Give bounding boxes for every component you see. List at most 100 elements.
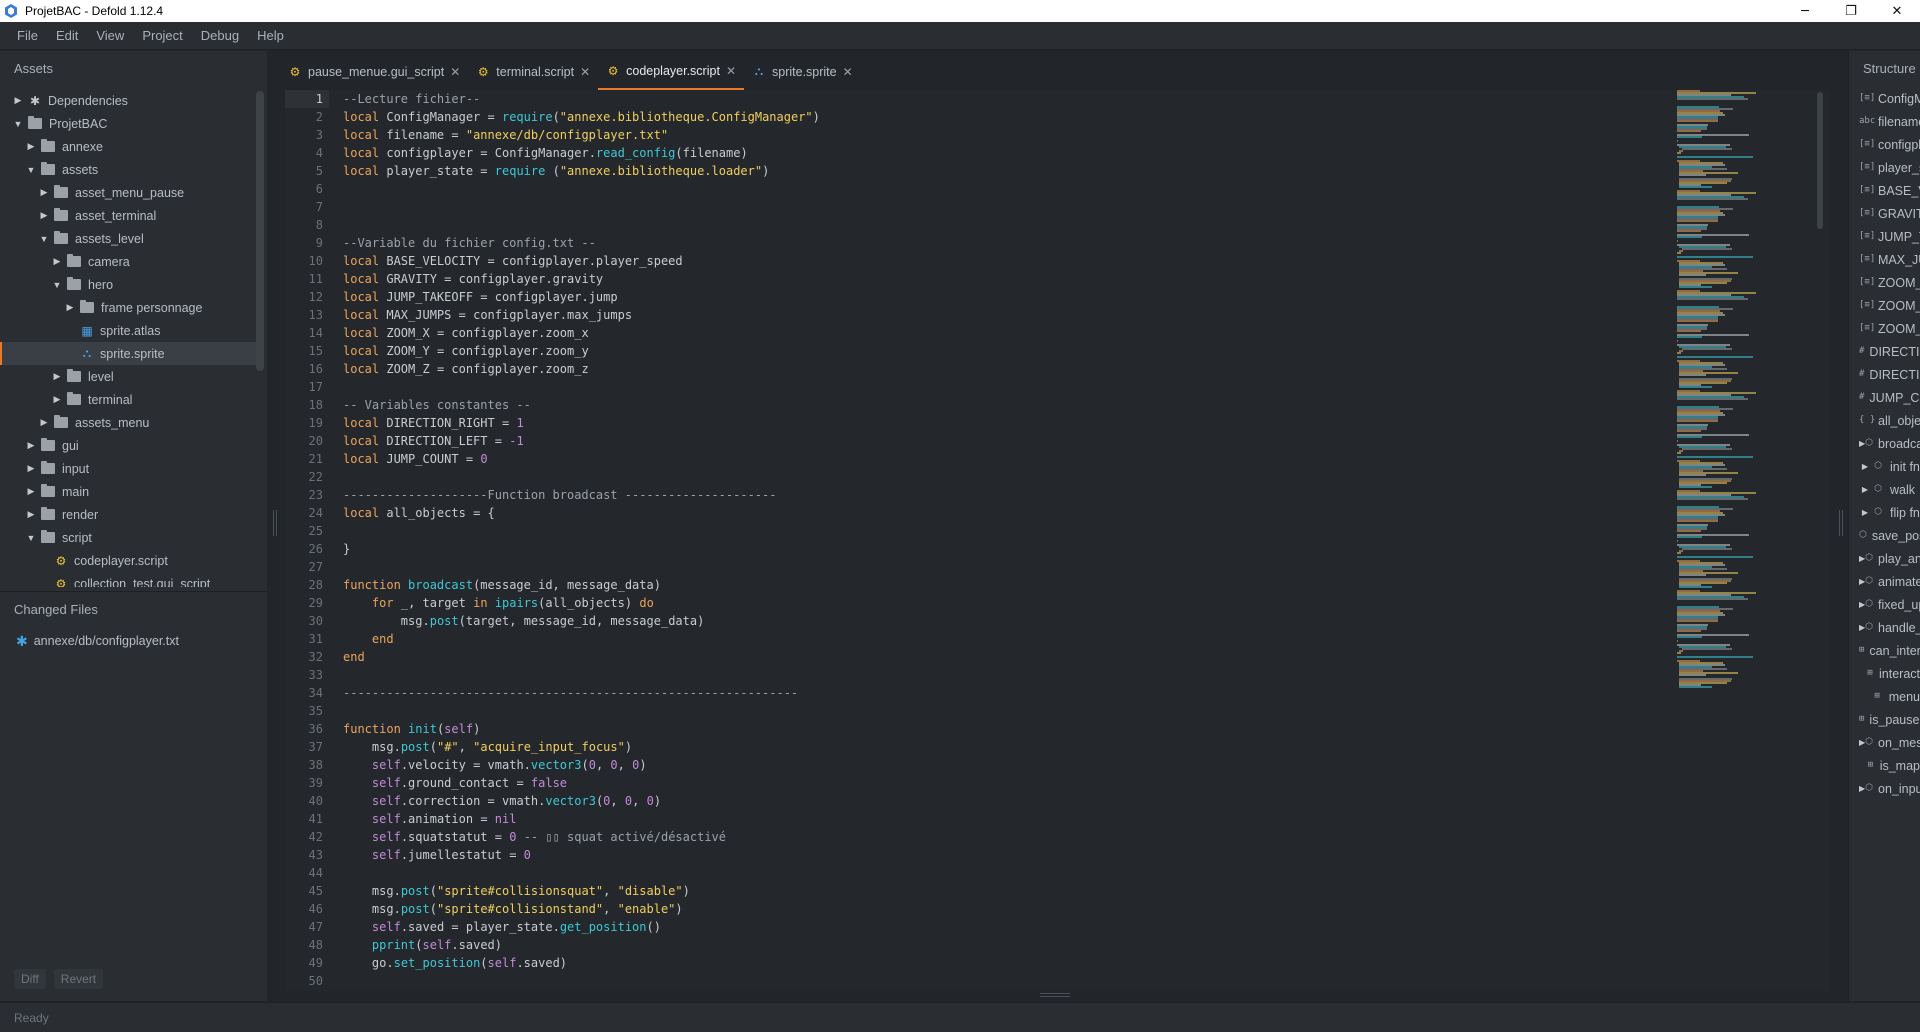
structure-item[interactable]: [≡]JUMP_TAKEOFF (1849, 225, 1920, 248)
tree-item[interactable]: ▶ terminal (0, 388, 256, 411)
code-line[interactable]: local configplayer = ConfigManager.read_… (343, 144, 1643, 162)
expanded-arrow-icon[interactable]: ▼ (38, 233, 50, 245)
collapsed-arrow-icon[interactable]: ▶ (64, 302, 76, 314)
tree-item[interactable]: ⚙ collection_test.gui_script (0, 572, 256, 588)
code-line[interactable]: self.ground_contact = false (343, 774, 1643, 792)
expanded-arrow-icon[interactable]: ▼ (25, 164, 37, 176)
right-panel-resize-handle[interactable] (1839, 510, 1843, 536)
code-line[interactable]: local JUMP_COUNT = 0 (343, 450, 1643, 468)
structure-item[interactable]: ▶⬡on_message (1849, 731, 1920, 754)
structure-item[interactable]: ▶⬡fixed_update (1849, 593, 1920, 616)
code-line[interactable]: msg.post("sprite#collisionstand", "enabl… (343, 900, 1643, 918)
editor-tab[interactable]: ⚙ pause_menue.gui_script ✕ (280, 53, 468, 90)
code-line[interactable]: end (343, 630, 1643, 648)
code-line[interactable]: msg.post("sprite#collisionsquat", "disab… (343, 882, 1643, 900)
collapsed-arrow-icon[interactable]: ▶ (51, 256, 63, 268)
structure-item[interactable]: ⊞ menu (1849, 685, 1920, 708)
code-line[interactable]: function init(self) (343, 720, 1643, 738)
tree-item[interactable]: ▶ camera (0, 250, 256, 273)
structure-item[interactable]: ▶⬡handle_geometry (1849, 616, 1920, 639)
menu-view[interactable]: View (87, 28, 133, 43)
code-line[interactable]: end (343, 648, 1643, 666)
code-line[interactable]: for _, target in ipairs(all_objects) do (343, 594, 1643, 612)
menu-help[interactable]: Help (248, 28, 293, 43)
code-line[interactable]: local BASE_VELOCITY = configplayer.playe… (343, 252, 1643, 270)
structure-item[interactable]: abcfilename (1849, 110, 1920, 133)
code-line[interactable]: msg.post("#", "acquire_input_focus") (343, 738, 1643, 756)
tree-item[interactable]: ▶ level (0, 365, 256, 388)
assets-scrollbar[interactable] (256, 91, 264, 371)
code-line[interactable] (343, 180, 1643, 198)
code-line[interactable]: pprint(self.saved) (343, 936, 1643, 954)
collapsed-arrow-icon[interactable]: ▶ (38, 210, 50, 222)
tab-close-icon[interactable]: ✕ (450, 65, 460, 79)
structure-item[interactable]: ▶ ⬡ flip fn (1849, 501, 1920, 524)
code-line[interactable]: -- Variables constantes -- (343, 396, 1643, 414)
code-line[interactable]: local filename = "annexe/db/configplayer… (343, 126, 1643, 144)
collapsed-arrow-icon[interactable]: ▶ (51, 394, 63, 406)
code-line[interactable]: self.velocity = vmath.vector3(0, 0, 0) (343, 756, 1643, 774)
maximize-button[interactable]: ❐ (1828, 0, 1874, 22)
structure-item[interactable]: ▶⬡on_input (1849, 777, 1920, 800)
code-line[interactable]: self.saved = player_state.get_position() (343, 918, 1643, 936)
structure-item[interactable]: [≡]ZOOM_X (1849, 271, 1920, 294)
structure-item[interactable]: [≡]BASE_VELOCITY (1849, 179, 1920, 202)
structure-item[interactable]: [≡]ConfigManager (1849, 87, 1920, 110)
code-line[interactable]: local GRAVITY = configplayer.gravity (343, 270, 1643, 288)
collapsed-arrow-icon[interactable]: ▶ (25, 509, 37, 521)
structure-item[interactable]: { }all_objects (1849, 409, 1920, 432)
code-line[interactable] (343, 378, 1643, 396)
structure-item[interactable]: [≡]ZOOM_Z (1849, 317, 1920, 340)
tree-item[interactable]: ▶ annexe (0, 135, 256, 158)
structure-item[interactable]: ▶ ⬡ walk (1849, 478, 1920, 501)
tree-item[interactable]: ▶ main (0, 480, 256, 503)
menu-debug[interactable]: Debug (192, 28, 248, 43)
editor-tab[interactable]: ⚙ codeplayer.script ✕ (598, 53, 744, 90)
code-line[interactable]: local DIRECTION_LEFT = -1 (343, 432, 1643, 450)
code-line[interactable]: self.jumellestatut = 0 (343, 846, 1643, 864)
tree-item[interactable]: ▶ frame personnage (0, 296, 256, 319)
collapsed-arrow-icon[interactable]: ▶ (25, 141, 37, 153)
diff-button[interactable]: Diff (14, 969, 46, 989)
code-line[interactable] (343, 522, 1643, 540)
structure-item[interactable]: # DIRECTION_LEFT (1849, 363, 1920, 386)
code-line[interactable]: local JUMP_TAKEOFF = configplayer.jump (343, 288, 1643, 306)
tree-item[interactable]: ▼ assets_level (0, 227, 256, 250)
structure-item[interactable]: [≡]configplayer (1849, 133, 1920, 156)
code-line[interactable]: local player_state = require ("annexe.bi… (343, 162, 1643, 180)
code-line[interactable]: --------------------Function broadcast -… (343, 486, 1643, 504)
code-line[interactable]: local DIRECTION_RIGHT = 1 (343, 414, 1643, 432)
bottom-splitter-handle[interactable] (1040, 993, 1070, 997)
tree-item[interactable]: ▦ sprite.atlas (0, 319, 256, 342)
code-line[interactable] (343, 558, 1643, 576)
collapsed-arrow-icon[interactable]: ▶ (51, 371, 63, 383)
minimize-button[interactable]: ─ (1782, 0, 1828, 22)
menu-edit[interactable]: Edit (47, 28, 87, 43)
tree-item[interactable]: ▼ ProjetBAC (0, 112, 256, 135)
tree-item[interactable]: ▶ ✱ Dependencies (0, 89, 256, 112)
code-area[interactable]: --Lecture fichier-- local ConfigManager =… (343, 90, 1643, 991)
menu-file[interactable]: File (8, 28, 47, 43)
code-line[interactable] (343, 864, 1643, 882)
tree-item[interactable]: ▶ input (0, 457, 256, 480)
changed-file-item[interactable]: ✱ annexe/db/configplayer.txt (0, 628, 267, 654)
left-panel-resize-handle[interactable] (273, 510, 277, 536)
tab-close-icon[interactable]: ✕ (580, 65, 590, 79)
tree-item[interactable]: ▶ render (0, 503, 256, 526)
collapsed-arrow-icon[interactable]: ▶ (38, 417, 50, 429)
structure-item[interactable]: ⊞ can_interact (1849, 639, 1920, 662)
collapsed-arrow-icon[interactable]: ▶ (25, 463, 37, 475)
code-line[interactable] (343, 972, 1643, 990)
code-line[interactable] (343, 666, 1643, 684)
code-line[interactable] (343, 198, 1643, 216)
structure-item[interactable]: ▶ ⬡ init fn (1849, 455, 1920, 478)
code-line[interactable]: function broadcast(message_id, message_d… (343, 576, 1643, 594)
structure-item[interactable]: ⊞ interact (1849, 662, 1920, 685)
tree-item[interactable]: ▶ asset_menu_pause (0, 181, 256, 204)
collapsed-arrow-icon[interactable]: ▶ (1859, 485, 1871, 494)
expanded-arrow-icon[interactable]: ▼ (25, 532, 37, 544)
menu-project[interactable]: Project (133, 28, 191, 43)
code-line[interactable] (343, 468, 1643, 486)
tree-item[interactable]: ▼ hero (0, 273, 256, 296)
tab-close-icon[interactable]: ✕ (843, 65, 853, 79)
